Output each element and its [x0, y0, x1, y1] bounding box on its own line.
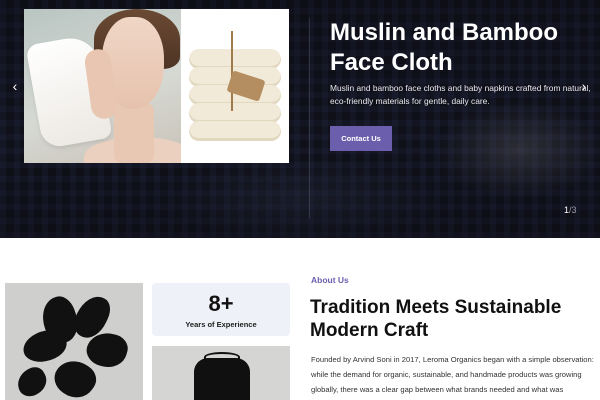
woman-with-face-cloth-photo: [24, 9, 194, 163]
about-paragraph: Founded by Arvind Soni in 2017, Leroma O…: [311, 355, 594, 394]
pager-total: 3: [571, 205, 577, 215]
gua-sha-stones-image: [5, 283, 143, 400]
hero-slider: Muslin and Bamboo Face Cloth Muslin and …: [0, 0, 600, 238]
contact-us-button[interactable]: Contact Us: [330, 126, 392, 151]
hero-divider: [309, 18, 310, 218]
about-title: Tradition Meets Sustainable Modern Craft: [310, 297, 562, 341]
chevron-right-icon[interactable]: ›: [577, 77, 591, 95]
folded-cloths-photo: [181, 9, 289, 163]
hero-description: Muslin and bamboo face cloths and baby n…: [330, 83, 591, 106]
about-eyebrow: About Us: [311, 275, 349, 285]
black-pouch-image: [152, 346, 290, 400]
experience-stat-number: 8+: [208, 291, 234, 316]
chevron-left-icon[interactable]: ‹: [8, 77, 22, 95]
experience-stat-label: Years of Experience: [185, 320, 257, 329]
slide-pager: 1/3: [564, 205, 577, 215]
hero-product-image: [24, 9, 289, 163]
experience-stat-card: 8+ Years of Experience: [152, 283, 290, 336]
hero-title: Muslin and Bamboo Face Cloth: [330, 19, 558, 76]
